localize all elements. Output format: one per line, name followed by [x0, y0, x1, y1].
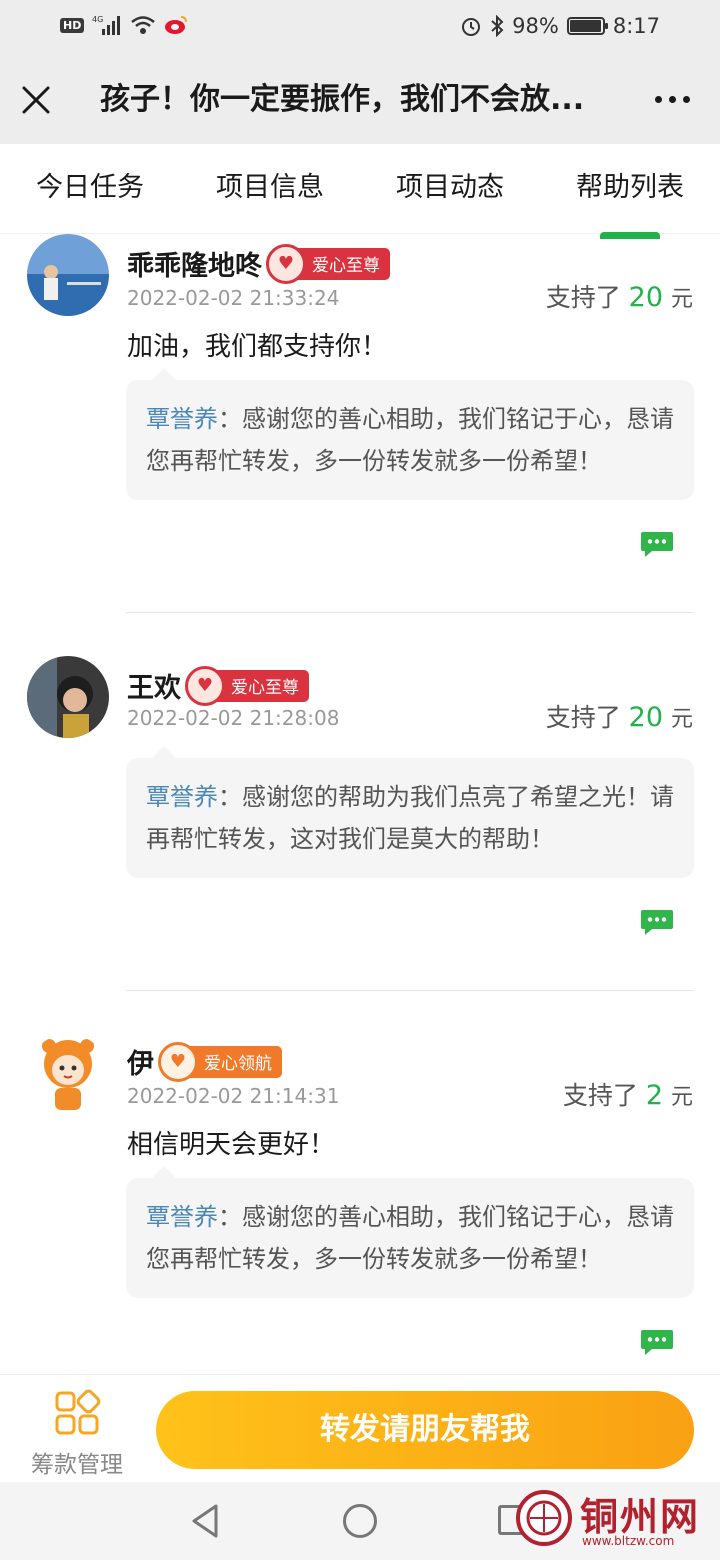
status-bar: HD 4G 98% 8:17: [0, 0, 720, 58]
tab-today-tasks[interactable]: 今日任务: [0, 144, 180, 233]
badge-label: 爱心领航: [204, 1054, 272, 1074]
amount-value: 20: [628, 702, 664, 733]
donor-header: 王欢 ♥ 爱心至尊: [127, 665, 309, 706]
divider: [126, 990, 694, 991]
support-prefix: 支持了: [562, 1081, 638, 1110]
watermark-logo: [516, 1490, 572, 1546]
tab-help-list[interactable]: 帮助列表: [540, 144, 720, 233]
help-list: 乖乖隆地咚 ♥ 爱心至尊 2022-02-02 21:33:24 支持了 20 …: [0, 234, 720, 1374]
donor-badge: ♥ 爱心至尊: [266, 243, 390, 284]
page-title: 孩子！你一定要振作，我们不会放...: [100, 82, 585, 117]
donor-header: 乖乖隆地咚 ♥ 爱心至尊: [127, 243, 390, 284]
weibo-icon: [165, 16, 188, 34]
donor-message: 相信明天会更好！: [127, 1130, 336, 1160]
network-type: 4G: [92, 15, 103, 24]
comment-icon[interactable]: [640, 908, 674, 936]
watermark-name: 铜州网: [580, 1494, 701, 1539]
grid-icon: [55, 1389, 101, 1435]
donor-name: 王欢: [127, 673, 181, 704]
donor-badge: ♥ 爱心至尊: [185, 665, 309, 706]
reply-author: 覃誉养: [146, 783, 218, 811]
donor-badge: ♥ 爱心领航: [158, 1041, 282, 1082]
amount-unit: 元: [670, 1085, 693, 1110]
comment-icon[interactable]: [640, 530, 674, 558]
donation-time: 2022-02-02 21:28:08: [127, 706, 340, 730]
fundraising-management-button[interactable]: 筹款管理: [24, 1389, 130, 1479]
heart-icon: ♥: [185, 665, 225, 706]
alarm-icon: [462, 18, 481, 36]
support-prefix: 支持了: [545, 283, 621, 312]
amount-unit: 元: [670, 707, 693, 732]
donor-name: 伊: [127, 1049, 154, 1080]
avatar[interactable]: [27, 234, 109, 316]
battery-icon: [566, 17, 608, 35]
reply-box: 覃誉养：感谢您的善心相助，我们铭记于心，恳请您再帮忙转发，多一份转发就多一份希望…: [126, 368, 694, 500]
battery-percent: 98%: [512, 14, 559, 38]
tab-bar: 今日任务 项目信息 项目动态 帮助列表: [0, 144, 720, 234]
status-icons-left: HD 4G: [60, 14, 188, 36]
hd-indicator: HD: [60, 17, 85, 33]
avatar[interactable]: [27, 656, 109, 738]
reply-separator: ：: [218, 1203, 242, 1231]
amount-value: 2: [645, 1080, 664, 1111]
share-to-friends-button[interactable]: 转发请朋友帮我: [156, 1391, 694, 1469]
close-icon[interactable]: [18, 82, 54, 118]
clock: 8:17: [612, 14, 660, 38]
divider: [126, 612, 694, 613]
heart-icon: ♥: [158, 1041, 198, 1082]
reply-separator: ：: [218, 783, 242, 811]
comment-icon[interactable]: [640, 1328, 674, 1356]
avatar[interactable]: [27, 1034, 109, 1116]
wifi-icon: [131, 16, 156, 34]
donation-time: 2022-02-02 21:33:24: [127, 286, 340, 310]
status-icons-right: 98% 8:17: [460, 14, 660, 38]
badge-label: 爱心至尊: [312, 256, 380, 276]
more-icon[interactable]: [655, 96, 690, 103]
support-prefix: 支持了: [545, 703, 621, 732]
reply-author: 覃誉养: [146, 1203, 218, 1231]
donor-name: 乖乖隆地咚: [127, 251, 262, 282]
signal-icon: 4G: [92, 15, 121, 35]
badge-label: 爱心至尊: [231, 678, 299, 698]
tab-project-info[interactable]: 项目信息: [180, 144, 360, 233]
home-icon[interactable]: [343, 1504, 377, 1538]
reply-box: 覃誉养：感谢您的帮助为我们点亮了希望之光！请再帮忙转发，这对我们是莫大的帮助！: [126, 746, 694, 878]
amount-unit: 元: [670, 287, 693, 312]
fundraising-management-label: 筹款管理: [31, 1452, 123, 1478]
support-amount: 支持了 20 元: [546, 278, 693, 314]
action-bar: 筹款管理 转发请朋友帮我: [0, 1374, 720, 1482]
support-amount: 支持了 2 元: [563, 1076, 693, 1112]
title-bar: 孩子！你一定要振作，我们不会放...: [0, 58, 720, 144]
watermark-url: www.bltzw.com: [582, 1534, 675, 1548]
watermark: 铜州网 www.bltzw.com: [516, 1486, 716, 1556]
heart-icon: ♥: [266, 243, 306, 284]
support-amount: 支持了 20 元: [546, 698, 693, 734]
bluetooth-icon: [491, 15, 504, 37]
donation-time: 2022-02-02 21:14:31: [127, 1084, 340, 1108]
donor-header: 伊 ♥ 爱心领航: [127, 1041, 282, 1082]
reply-author: 覃誉养: [146, 405, 218, 433]
tab-project-updates[interactable]: 项目动态: [360, 144, 540, 233]
back-icon[interactable]: [188, 1502, 222, 1540]
amount-value: 20: [628, 282, 664, 313]
reply-box: 覃誉养：感谢您的善心相助，我们铭记于心，恳请您再帮忙转发，多一份转发就多一份希望…: [126, 1166, 694, 1298]
reply-separator: ：: [218, 405, 242, 433]
donor-message: 加油，我们都支持你！: [127, 332, 388, 362]
